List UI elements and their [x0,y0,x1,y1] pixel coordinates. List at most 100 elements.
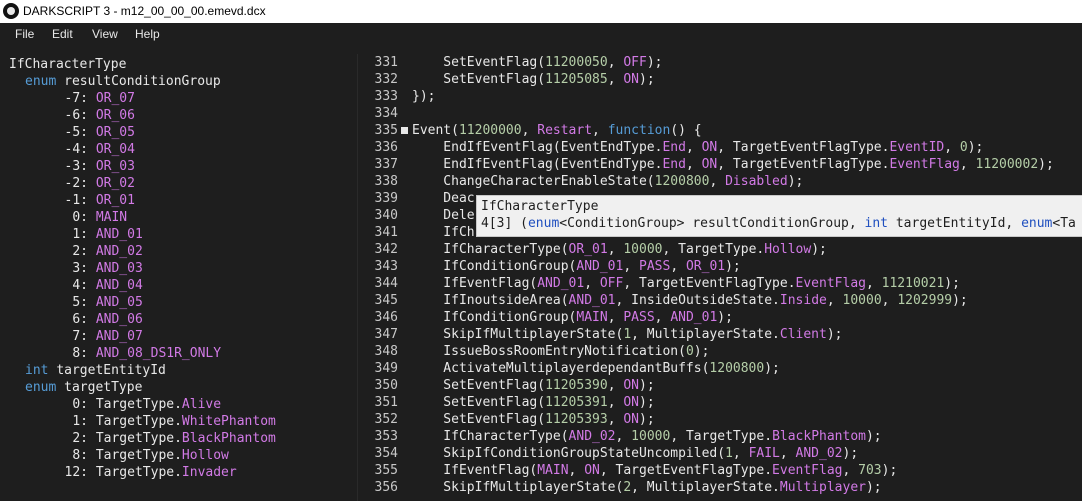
doc-enum-number: 4: [72,278,88,293]
window-title: DARKSCRIPT 3 - m12_00_00_00.emevd.dcx [23,4,266,18]
doc-line: 2: TargetType.BlackPhantom [0,430,276,447]
code-token: AND_01 [568,293,616,308]
code-line[interactable]: Deac [412,190,475,207]
code-token: 0 [685,344,694,359]
code-token: OR_01 [568,242,608,257]
code-token: , [607,310,624,325]
code-token: EventFlag [795,276,866,291]
code-token: Hollow [764,242,812,257]
toolbar-spacer [0,46,1082,54]
code-token: ); [811,242,827,257]
code-token: }); [412,89,436,104]
code-token: ON [701,140,718,155]
code-token: IfConditionGroup( [412,310,577,325]
doc-line: -6: OR_06 [0,107,135,124]
code-token: , TargetEventFlagType. [623,276,796,291]
code-line[interactable]: EndIfEventFlag(EventEndType.End, ON, Tar… [412,139,983,156]
code-token: Multiplayer [779,480,866,495]
doc-enum-number: 12: [64,465,88,480]
code-line[interactable]: Event(11200000, Restart, function() { [412,122,702,139]
doc-enum-prefix: TargetType. [95,397,182,412]
code-token: 11210021 [881,276,945,291]
doc-line: -3: OR_03 [0,158,135,175]
doc-enum-prefix: TargetType. [95,431,182,446]
code-token: ActivateMultiplayerdependantBuffs( [412,361,710,376]
code-token: ); [764,361,780,376]
code-line[interactable]: Dele [412,207,474,224]
code-token: OFF [599,276,624,291]
code-line[interactable]: SkipIfMultiplayerState(2, MultiplayerSta… [412,479,882,496]
line-number: 341 [374,225,398,240]
code-line[interactable]: IfCharacterType(AND_02, 10000, TargetTyp… [412,428,881,445]
doc-enum-number: -2: [64,176,88,191]
code-line[interactable]: SetEventFlag(11205391, ON); [412,394,655,411]
doc-enum-number: 0: [72,210,88,225]
code-token: () { [670,123,702,138]
code-token: ); [865,480,882,495]
doc-enum-value: Alive [181,397,222,412]
doc-enum-number: -5: [64,125,88,140]
menu-view[interactable]: View [92,27,118,41]
code-line[interactable]: IfEventFlag(AND_01, OFF, TargetEventFlag… [412,275,960,292]
code-token: Event( [412,123,459,138]
doc-line: 1: TargetType.WhitePhantom [0,413,276,430]
code-line[interactable]: SetEventFlag(11205390, ON); [412,377,654,394]
doc-enum-value: BlackPhantom [181,431,276,446]
code-token: ); [842,446,859,461]
code-line[interactable]: SkipIfMultiplayerState(1, MultiplayerSta… [412,326,842,343]
code-line[interactable]: IfCh [412,224,474,241]
code-line[interactable]: SkipIfConditionGroupStateUncompiled(1, F… [412,445,858,462]
line-number: 343 [374,259,398,274]
menu-help[interactable]: Help [135,27,160,41]
fold-toggle-icon[interactable] [401,127,408,134]
code-token: ); [639,412,655,427]
code-editor[interactable]: 331 SetEventFlag(11200050, OFF); 332 SetE… [368,54,1082,501]
code-token: 2 [623,480,632,495]
code-line[interactable]: }); [412,88,435,105]
code-token: Restart [537,123,593,138]
code-line[interactable]: IfConditionGroup(MAIN, PASS, AND_01); [412,309,733,326]
code-token: ); [952,293,968,308]
code-line[interactable]: IfCharacterType(OR_01, 10000, TargetType… [412,241,827,258]
documentation-panel[interactable]: IfCharacterType enum resultConditionGroup… [0,54,357,501]
code-token: function [607,123,671,138]
doc-line: -7: OR_07 [0,90,135,107]
code-line[interactable]: IfEventFlag(MAIN, ON, TargetEventFlagTyp… [412,462,897,479]
code-token: AND_01 [670,310,718,325]
code-token: ); [881,463,898,478]
line-number: 350 [374,378,398,393]
code-token: ); [725,259,741,274]
code-token: , [881,293,898,308]
menu-edit[interactable]: Edit [52,27,73,41]
code-token: FAIL [748,446,780,461]
code-token: IfCharacterType( [412,242,569,257]
doc-line: 0: MAIN [0,209,127,226]
code-line[interactable]: SetEventFlag(11200050, OFF); [412,54,662,71]
code-line[interactable]: EndIfEventFlag(EventEndType.End, ON, Tar… [412,156,1054,173]
tooltip-sig-rest: targetEntityId, [888,216,1022,231]
menu-file[interactable]: File [15,27,34,41]
code-token: 10000 [623,242,663,257]
code-line[interactable]: ActivateMultiplayerdependantBuffs(120080… [412,360,780,377]
code-token: ); [967,140,984,155]
doc-enum-value: AND_03 [95,261,143,276]
doc-enum-number: 0: [72,397,88,412]
code-token: , TargetType. [662,242,765,257]
code-token: , [607,395,624,410]
code-line[interactable]: SetEventFlag(11205393, ON); [412,411,655,428]
code-line[interactable]: IssueBossRoomEntryNotification(0); [412,343,709,360]
doc-enum-value: Invader [181,465,237,480]
code-token: ); [639,72,655,87]
code-line[interactable]: IfConditionGroup(AND_01, PASS, OR_01); [412,258,741,275]
code-line[interactable]: SetEventFlag(11205085, ON); [412,71,655,88]
app-icon [3,3,19,19]
code-line[interactable]: ChangeCharacterEnableState(1200800, Disa… [412,173,803,190]
line-number: 345 [374,293,398,308]
doc-enum-prefix: TargetType. [95,414,182,429]
code-token: ); [639,395,655,410]
code-token: 11205085 [545,72,608,87]
code-line[interactable]: IfInoutsideArea(AND_01, InsideOutsideSta… [412,292,968,309]
code-token: , [623,259,639,274]
code-token: Deac [412,191,475,206]
doc-enum-number: -3: [64,159,88,174]
